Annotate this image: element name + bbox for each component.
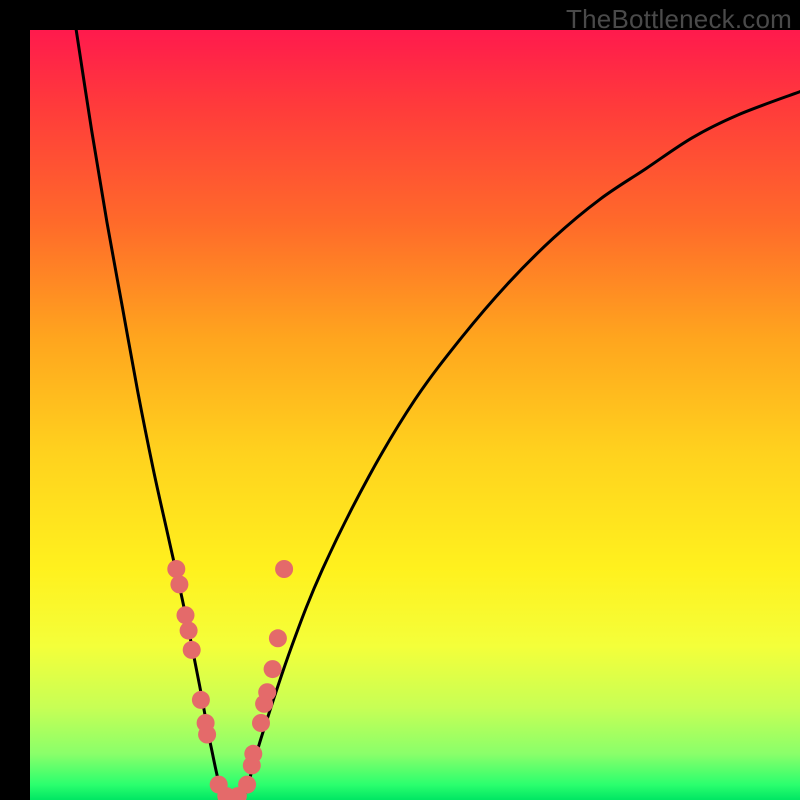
bottleneck-curve bbox=[76, 30, 800, 800]
plot-area bbox=[30, 30, 800, 800]
curve-svg bbox=[30, 30, 800, 800]
highlight-point bbox=[183, 641, 201, 659]
highlight-point bbox=[264, 660, 282, 678]
highlight-point bbox=[269, 629, 287, 647]
highlight-markers bbox=[167, 560, 293, 800]
highlight-point bbox=[177, 606, 195, 624]
highlight-point bbox=[192, 691, 210, 709]
highlight-point bbox=[198, 726, 216, 744]
highlight-point bbox=[252, 714, 270, 732]
chart-frame: TheBottleneck.com bbox=[0, 0, 800, 800]
highlight-point bbox=[275, 560, 293, 578]
highlight-point bbox=[258, 683, 276, 701]
highlight-point bbox=[238, 776, 256, 794]
highlight-point bbox=[167, 560, 185, 578]
highlight-point bbox=[170, 575, 188, 593]
highlight-point bbox=[244, 745, 262, 763]
highlight-point bbox=[180, 622, 198, 640]
